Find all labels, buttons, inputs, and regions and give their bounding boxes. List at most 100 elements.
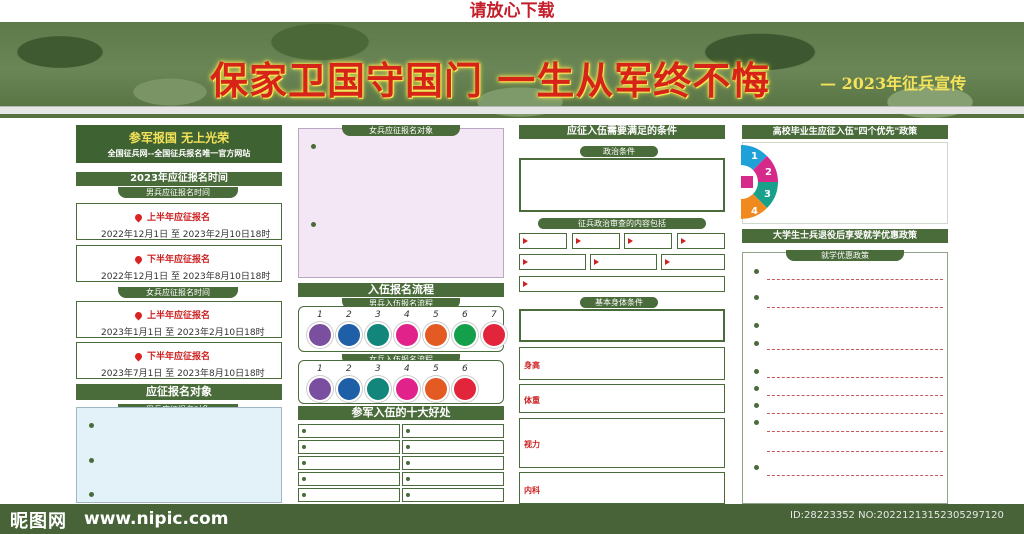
female-step-circle xyxy=(452,376,478,402)
bullet xyxy=(754,386,759,391)
female-step-circle xyxy=(307,376,333,402)
bullet xyxy=(302,445,306,449)
location-pin-icon xyxy=(133,310,144,321)
male-step-number: 5 xyxy=(433,310,439,320)
female-second-title: 下半年应征报名 xyxy=(147,352,211,362)
internal-box: 内科 xyxy=(519,472,725,504)
review-label: 征兵政治审查的内容包括 xyxy=(538,218,706,229)
male-second-date: 2022年12月1日 至 2023年8月10日18时 xyxy=(101,272,271,282)
benefit-cell xyxy=(298,456,400,470)
location-pin-icon xyxy=(133,351,144,362)
weight-box: 体重 xyxy=(519,384,725,413)
wheel-num-1: 1 xyxy=(751,151,758,162)
male-step-circle xyxy=(307,322,333,348)
female-step-circle xyxy=(394,376,420,402)
banner: 保家卫国守国门 一生从军终不悔 — 2023年征兵宣传 xyxy=(0,22,1024,118)
bullet xyxy=(302,477,306,481)
bullet xyxy=(754,323,759,328)
male-step-circle xyxy=(394,322,420,348)
male-step-number: 7 xyxy=(491,310,497,320)
dashed-line xyxy=(767,349,943,350)
education-policy-title: 大学生士兵退役后享受就学优惠政策 xyxy=(742,229,948,243)
arrow-icon xyxy=(523,281,528,287)
bullet xyxy=(406,429,410,433)
bullet xyxy=(406,493,410,497)
female-step-circle xyxy=(365,376,391,402)
female-step-circle xyxy=(423,376,449,402)
review-cell xyxy=(519,276,725,292)
physical-box xyxy=(519,309,725,342)
female-step-number: 1 xyxy=(317,364,323,374)
arrow-icon xyxy=(628,238,633,244)
bullet xyxy=(302,461,306,465)
male-second-title: 下半年应征报名 xyxy=(147,255,211,265)
bullet xyxy=(302,493,306,497)
female-second-date: 2023年7月1日 至 2023年8月10日18时 xyxy=(101,369,265,379)
target-title: 应征报名对象 xyxy=(76,384,282,400)
bullet xyxy=(754,369,759,374)
arrow-icon xyxy=(523,238,528,244)
male-first-date: 2022年12月1日 至 2023年2月10日18时 xyxy=(101,230,271,240)
benefit-cell xyxy=(298,440,400,454)
education-policy-label: 就学优惠政策 xyxy=(786,250,904,261)
four-priority-box: 1 2 3 4 xyxy=(741,142,948,224)
dashed-line xyxy=(767,431,943,432)
bullet xyxy=(311,222,316,227)
female-first-title: 上半年应征报名 xyxy=(147,311,211,321)
review-cell xyxy=(624,233,672,249)
bullet xyxy=(89,458,94,463)
male-step-circle xyxy=(336,322,362,348)
review-cell xyxy=(519,254,586,270)
female-target-label: 女兵应征报名对象 xyxy=(342,125,460,136)
male-time-label: 男兵应征报名时间 xyxy=(118,187,238,198)
male-step-circle xyxy=(365,322,391,348)
bullet xyxy=(311,144,316,149)
internal-label: 内科 xyxy=(524,486,540,495)
watermark-logo: 昵图网 xyxy=(10,511,67,532)
male-step-number: 4 xyxy=(404,310,410,320)
male-process-box: 1 2 3 4 5 6 7 xyxy=(298,306,507,352)
benefit-cell xyxy=(298,424,400,438)
bullet xyxy=(89,423,94,428)
vision-box: 视力 xyxy=(519,418,725,468)
dashed-line xyxy=(767,279,943,280)
bullet xyxy=(302,429,306,433)
female-process-box: 1 2 3 4 5 6 xyxy=(298,360,504,404)
weight-label: 体重 xyxy=(524,396,540,405)
slogan-main: 参军报国 无上光荣 xyxy=(128,131,230,145)
vision-label: 视力 xyxy=(524,440,540,449)
female-step-number: 5 xyxy=(433,364,439,374)
bullet xyxy=(89,492,94,497)
location-pin-icon xyxy=(133,212,144,223)
review-cell xyxy=(661,254,725,270)
male-step-circle xyxy=(423,322,449,348)
watermark-url: www.nipic.com xyxy=(84,509,229,529)
political-label: 政治条件 xyxy=(580,146,658,157)
process-title: 入伍报名流程 xyxy=(298,283,504,297)
arrow-icon xyxy=(594,259,599,265)
female-target-box xyxy=(298,128,504,278)
benefit-cell xyxy=(402,488,504,502)
male-step-number: 1 xyxy=(317,310,323,320)
wheel-num-4: 4 xyxy=(751,206,758,217)
arrow-icon xyxy=(576,238,581,244)
arrow-icon xyxy=(665,259,670,265)
female-step-number: 4 xyxy=(404,364,410,374)
slogan-sub: 全国征兵网--全国征兵报名唯一官方网站 xyxy=(107,149,251,158)
male-first-title: 上半年应征报名 xyxy=(147,213,211,223)
bullet xyxy=(406,445,410,449)
female-second-half-box: 下半年应征报名 2023年7月1日 至 2023年8月10日18时 xyxy=(76,342,282,379)
bullet xyxy=(406,461,410,465)
female-first-half-box: 上半年应征报名 2023年1月1日 至 2023年2月10日18时 xyxy=(76,301,282,338)
location-pin-icon xyxy=(133,254,144,265)
benefit-cell xyxy=(298,488,400,502)
male-step-number: 2 xyxy=(346,310,352,320)
review-cell xyxy=(677,233,725,249)
four-priority-title: 高校毕业生应征入伍"四个优先"政策 xyxy=(742,125,948,139)
wheel-num-3: 3 xyxy=(764,189,771,200)
benefit-cell xyxy=(402,440,504,454)
female-step-circle xyxy=(336,376,362,402)
female-step-number: 2 xyxy=(346,364,352,374)
female-time-label: 女兵应征报名时间 xyxy=(118,287,238,298)
arrow-icon xyxy=(523,259,528,265)
